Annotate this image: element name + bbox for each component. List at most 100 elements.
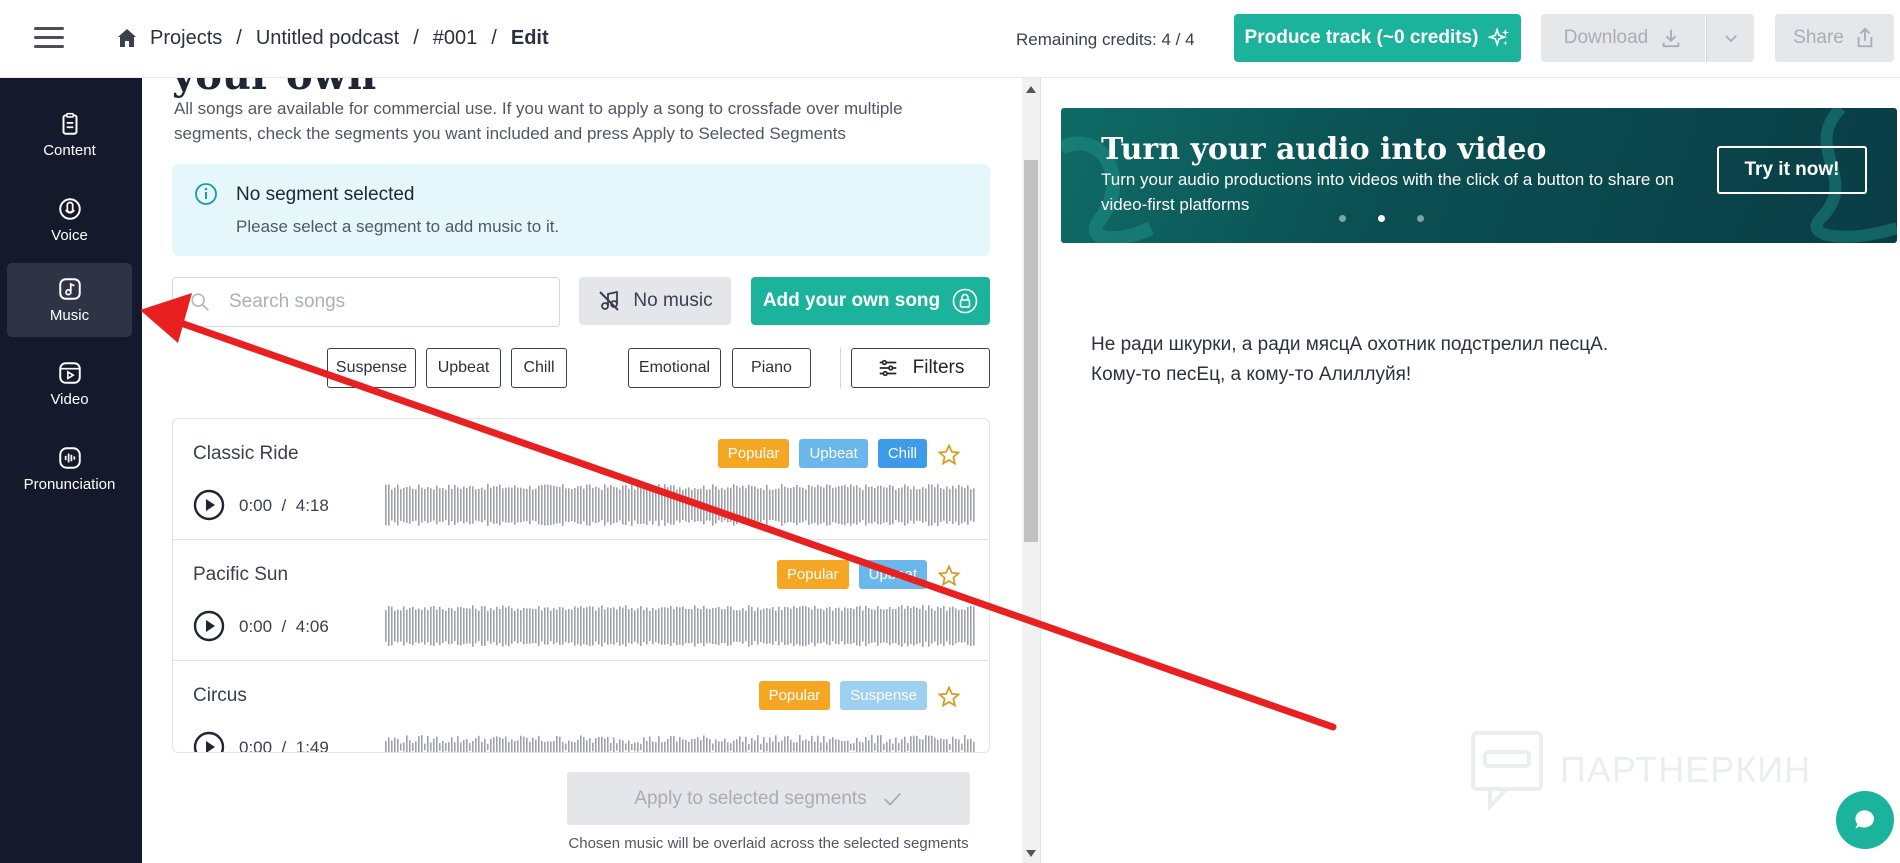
- waveform-bar: [613, 607, 615, 645]
- waveform[interactable]: [385, 604, 975, 648]
- carousel-dot-active[interactable]: [1378, 215, 1385, 222]
- waveform-bar: [862, 610, 864, 642]
- waveform-bar: [631, 484, 633, 526]
- try-it-now-button[interactable]: Try it now!: [1717, 146, 1867, 194]
- waveform-bar: [790, 488, 792, 522]
- waveform-bar: [811, 486, 813, 524]
- waveform-bar: [547, 607, 549, 645]
- sidebar-item-video[interactable]: Video: [7, 347, 132, 421]
- tag-popular: Popular: [717, 439, 790, 468]
- waveform-bar: [655, 489, 657, 521]
- waveform[interactable]: [385, 483, 975, 527]
- waveform-bar: [493, 609, 495, 643]
- waveform-bar: [526, 608, 528, 644]
- waveform-bar: [568, 740, 570, 752]
- waveform-bar: [877, 485, 879, 525]
- filters-button[interactable]: Filters: [851, 348, 990, 388]
- waveform-bar: [784, 606, 786, 646]
- script-content[interactable]: Не ради шкурки, а ради мясцА охотник под…: [1091, 330, 1608, 390]
- carousel-dot[interactable]: [1339, 215, 1346, 222]
- waveform-bar: [769, 489, 771, 521]
- star-icon[interactable]: [937, 564, 961, 588]
- play-icon[interactable]: [193, 610, 225, 642]
- scroll-down-icon[interactable]: [1026, 850, 1036, 857]
- waveform-bar: [961, 743, 963, 751]
- waveform-bar: [667, 607, 669, 645]
- waveform-bar: [685, 608, 687, 644]
- song-row[interactable]: Classic Ride Popular Upbeat Chill 0:00 /…: [173, 419, 989, 540]
- waveform-bar: [724, 489, 726, 521]
- waveform-bar: [433, 605, 435, 647]
- star-icon[interactable]: [937, 443, 961, 467]
- waveform-bar: [397, 484, 399, 526]
- apply-selected-segments-button[interactable]: Apply to selected segments: [567, 772, 970, 825]
- waveform-bar: [928, 605, 930, 647]
- waveform-bar: [889, 485, 891, 525]
- waveform-bar: [694, 605, 696, 647]
- produce-track-button[interactable]: Produce track (~0 credits): [1234, 14, 1521, 62]
- play-icon[interactable]: [193, 489, 225, 521]
- waveform-bar: [499, 737, 501, 752]
- sidebar-item-music[interactable]: Music: [7, 263, 132, 337]
- sidebar-item-content[interactable]: Content: [7, 98, 132, 172]
- chip-chill[interactable]: Chill: [511, 348, 567, 388]
- waveform-bar: [856, 485, 858, 525]
- waveform-bar: [778, 741, 780, 752]
- song-search[interactable]: [172, 277, 560, 327]
- waveform-bar: [703, 485, 705, 525]
- waveform-bar: [466, 608, 468, 644]
- music-panel-scrollbar[interactable]: [1022, 78, 1040, 863]
- waveform-bar: [898, 742, 900, 752]
- waveform-bar: [550, 485, 552, 525]
- song-row[interactable]: Pacific Sun Popular Upbeat 0:00 / 4:06: [173, 540, 989, 661]
- waveform-bar: [403, 487, 405, 523]
- waveform[interactable]: [385, 725, 975, 753]
- chip-suspense[interactable]: Suspense: [327, 348, 416, 388]
- download-options-button[interactable]: [1706, 14, 1754, 62]
- add-own-song-button[interactable]: Add your own song: [751, 277, 990, 325]
- scrollbar-thumb[interactable]: [1024, 160, 1038, 542]
- breadcrumb-podcast[interactable]: Untitled podcast: [256, 27, 399, 50]
- sidebar-item-voice[interactable]: Voice: [7, 183, 132, 257]
- star-icon[interactable]: [937, 685, 961, 709]
- waveform-bar: [445, 489, 447, 521]
- sidebar-item-pronunciation[interactable]: Pronunciation: [7, 432, 132, 506]
- waveform-bar: [862, 489, 864, 521]
- play-icon[interactable]: [193, 731, 225, 753]
- waveform-bar: [886, 609, 888, 643]
- waveform-bar: [544, 741, 546, 752]
- waveform-bar: [418, 735, 420, 752]
- home-icon[interactable]: [114, 26, 140, 50]
- chip-piano[interactable]: Piano: [732, 348, 811, 388]
- song-row[interactable]: Circus Popular Suspense 0:00 / 1:49: [173, 661, 989, 753]
- waveform-bar: [814, 487, 816, 523]
- sidebar-item-label: Voice: [51, 227, 88, 244]
- waveform-bar: [553, 485, 555, 525]
- waveform-bar: [850, 484, 852, 526]
- waveform-bar: [973, 488, 975, 522]
- waveform-bar: [901, 487, 903, 523]
- carousel-dot[interactable]: [1417, 215, 1424, 222]
- chip-emotional[interactable]: Emotional: [628, 348, 721, 388]
- tag-chill: Chill: [877, 439, 927, 468]
- waveform-bar: [514, 740, 516, 752]
- breadcrumb-episode[interactable]: #001: [433, 27, 478, 50]
- waveform-bar: [775, 735, 777, 752]
- scroll-up-icon[interactable]: [1026, 86, 1036, 93]
- waveform-bar: [451, 608, 453, 644]
- waveform-bar: [466, 487, 468, 523]
- download-button[interactable]: Download: [1541, 14, 1705, 62]
- breadcrumb-projects[interactable]: Projects: [150, 27, 222, 50]
- menu-icon[interactable]: [34, 27, 64, 49]
- waveform-bar: [598, 607, 600, 645]
- search-input[interactable]: [229, 291, 529, 313]
- no-music-button[interactable]: No music: [579, 277, 731, 325]
- song-duration: 1:49: [295, 738, 329, 753]
- share-button[interactable]: Share: [1775, 14, 1894, 62]
- waveform-bar: [490, 738, 492, 752]
- waveform-bar: [862, 742, 864, 752]
- chat-button[interactable]: [1836, 791, 1894, 849]
- waveform-bar: [439, 488, 441, 522]
- chip-upbeat[interactable]: Upbeat: [426, 348, 501, 388]
- waveform-bar: [505, 607, 507, 645]
